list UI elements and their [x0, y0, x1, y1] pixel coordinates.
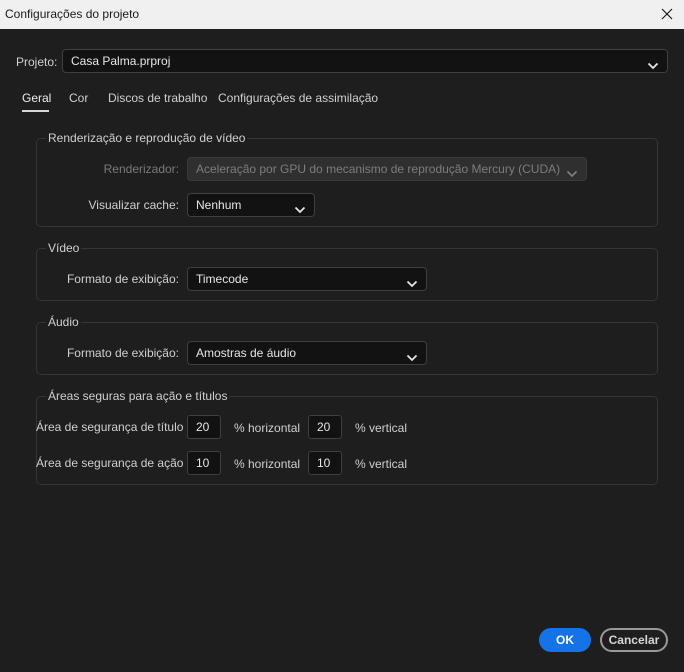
project-select[interactable]: Casa Palma.prproj: [62, 49, 668, 73]
window-title: Configurações do projeto: [5, 7, 140, 21]
chevron-down-icon: [406, 348, 418, 362]
action-safe-horizontal-suffix: % horizontal: [234, 457, 301, 471]
video-group-title: Vídeo: [46, 241, 82, 255]
project-select-value: Casa Palma.prproj: [71, 54, 171, 68]
action-safe-vertical-suffix: % vertical: [355, 457, 408, 471]
action-safe-label: Área de segurança de ação: [36, 456, 184, 470]
safe-areas-group: [36, 396, 658, 485]
title-safe-vertical-input[interactable]: 20: [308, 415, 342, 439]
cache-label: Visualizar cache:: [88, 198, 180, 212]
video-format-label: Formato de exibição:: [66, 272, 179, 286]
audio-format-value: Amostras de áudio: [196, 346, 297, 360]
audio-format-select[interactable]: Amostras de áudio: [187, 341, 427, 365]
title-safe-horizontal-input[interactable]: 20: [187, 415, 221, 439]
audio-group-title: Áudio: [46, 315, 81, 329]
cache-select[interactable]: Nenhum: [187, 193, 315, 217]
renderer-select: Aceleração por GPU do mecanismo de repro…: [187, 157, 587, 181]
renderer-label: Renderizador:: [103, 162, 179, 176]
title-safe-horizontal-suffix: % horizontal: [234, 421, 301, 435]
chevron-down-icon: [647, 56, 659, 70]
render-group: [36, 138, 658, 227]
chevron-down-icon: [406, 274, 418, 288]
safe-areas-group-title: Áreas seguras para ação e títulos: [46, 389, 230, 403]
title-safe-vertical-suffix: % vertical: [355, 421, 408, 435]
project-label: Projeto:: [16, 55, 58, 69]
tab-cor[interactable]: Cor: [69, 91, 88, 105]
title-bar: Configurações do projeto: [0, 0, 684, 29]
tab-geral[interactable]: Geral: [22, 91, 51, 105]
audio-format-label: Formato de exibição:: [66, 346, 179, 360]
tab-configuracoes-de-assimilacao[interactable]: Configurações de assimilação: [218, 91, 378, 105]
video-format-value: Timecode: [196, 272, 249, 286]
chevron-down-icon: [294, 200, 306, 214]
cache-select-value: Nenhum: [196, 198, 242, 212]
chevron-down-icon: [566, 164, 578, 178]
cancel-button[interactable]: Cancelar: [600, 628, 668, 652]
close-icon[interactable]: [656, 3, 678, 25]
action-safe-vertical-input[interactable]: 10: [308, 451, 342, 475]
action-safe-horizontal-input[interactable]: 10: [187, 451, 221, 475]
renderer-select-value: Aceleração por GPU do mecanismo de repro…: [196, 162, 561, 176]
title-safe-label: Área de segurança de título: [36, 420, 184, 434]
active-tab-indicator: [22, 110, 49, 112]
ok-button[interactable]: OK: [539, 628, 591, 652]
video-format-select[interactable]: Timecode: [187, 267, 427, 291]
tab-discos-de-trabalho[interactable]: Discos de trabalho: [108, 91, 207, 105]
render-group-title: Renderização e reprodução de vídeo: [46, 131, 248, 145]
